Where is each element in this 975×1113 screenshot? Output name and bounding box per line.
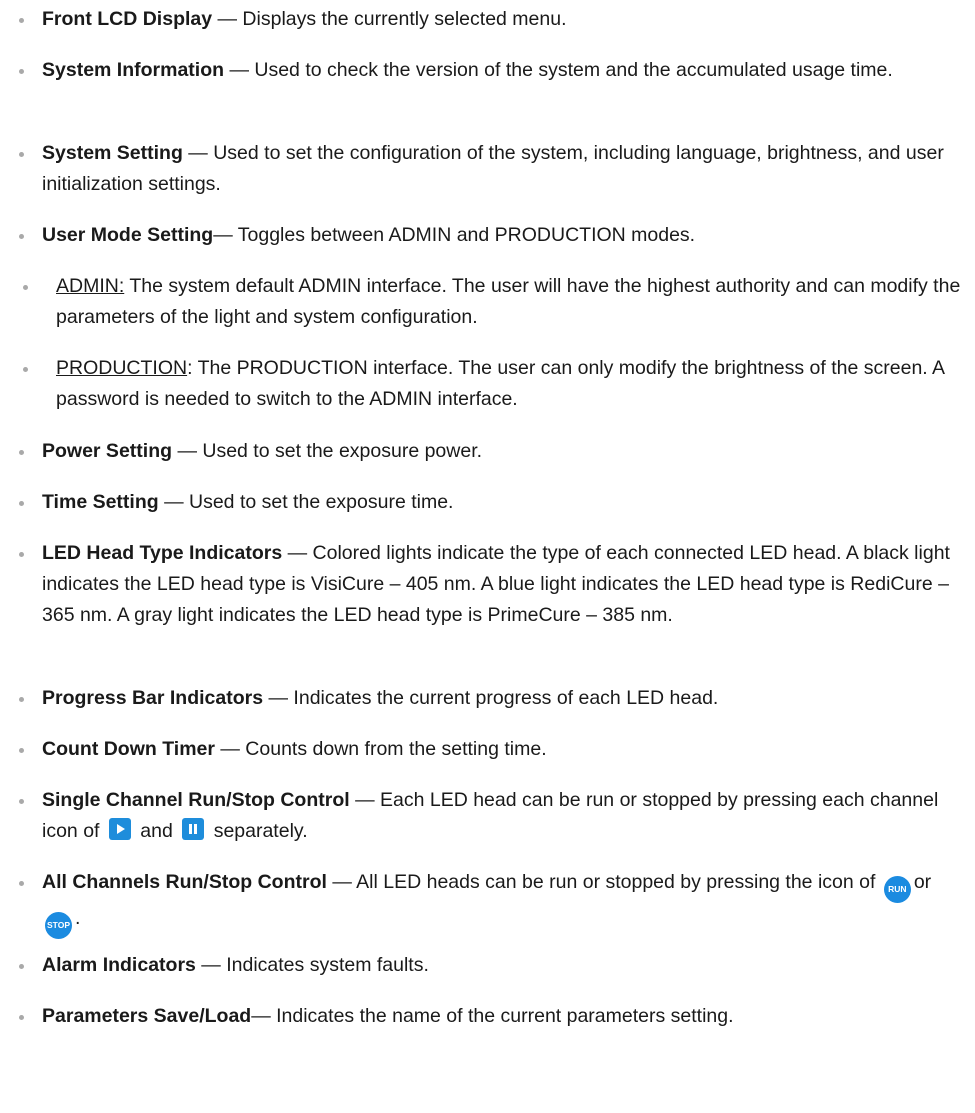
bullet xyxy=(19,697,24,702)
bullet xyxy=(19,450,24,455)
item-term: System Information xyxy=(42,59,225,81)
run-all-icon: RUN xyxy=(883,876,911,903)
item-text: Progress Bar Indicators — Indicates the … xyxy=(42,683,967,714)
bullet xyxy=(19,69,24,74)
item-description: — Displays the currently selected menu. xyxy=(212,8,567,30)
bullet xyxy=(19,152,24,157)
bullet xyxy=(23,367,28,372)
item-text: Time Setting — Used to set the exposure … xyxy=(42,487,967,518)
item-description: — Counts down from the setting time. xyxy=(214,738,547,760)
item-term: Time Setting xyxy=(42,491,159,513)
item-term: All Channels Run/Stop Control xyxy=(42,871,327,893)
item-text: Front LCD Display — Displays the current… xyxy=(42,4,967,35)
bullet xyxy=(19,799,24,804)
bullet xyxy=(23,285,28,290)
bullet xyxy=(19,881,24,886)
bullet xyxy=(19,234,24,239)
item-term: Parameters Save/Load xyxy=(42,1005,252,1027)
item-description: — Indicates system faults. xyxy=(195,954,429,976)
item-description: separately. xyxy=(213,820,308,842)
bullet xyxy=(19,964,24,969)
item-text: System Information — Used to check the v… xyxy=(42,55,967,86)
item-description: — Used to set the exposure power. xyxy=(172,440,483,462)
item-description: The system default ADMIN interface. The … xyxy=(56,275,961,328)
item-description: — Used to set the exposure time. xyxy=(158,491,454,513)
stop-all-icon: STOP xyxy=(45,912,72,939)
item-text: Alarm Indicators — Indicates system faul… xyxy=(42,950,967,981)
item-term: Front LCD Display xyxy=(42,8,213,30)
item-description: — Indicates the name of the current para… xyxy=(251,1005,734,1027)
mode-label: PRODUCTION xyxy=(56,357,188,379)
item-term: Power Setting xyxy=(42,440,173,462)
item-description: — Toggles between ADMIN and PRODUCTION m… xyxy=(213,224,696,246)
item-text: ADMIN: The system default ADMIN interfac… xyxy=(56,271,968,333)
item-description: — All LED heads can be run or stopped by… xyxy=(326,871,876,893)
item-description: or xyxy=(913,871,932,893)
bullet xyxy=(19,552,24,557)
item-text: Parameters Save/Load— Indicates the name… xyxy=(42,1001,967,1032)
item-term: User Mode Setting xyxy=(42,224,214,246)
bullet xyxy=(19,1015,24,1020)
item-text: Count Down Timer — Counts down from the … xyxy=(42,734,967,765)
run-channel-icon xyxy=(108,818,131,840)
item-description: . xyxy=(75,907,81,929)
pause-channel-icon xyxy=(182,818,205,840)
item-term: Alarm Indicators xyxy=(42,954,196,976)
item-description: : The PRODUCTION interface. The user can… xyxy=(56,357,944,410)
item-description: — Used to check the version of the syste… xyxy=(224,59,893,81)
bullet xyxy=(19,748,24,753)
item-text: User Mode Setting— Toggles between ADMIN… xyxy=(42,220,967,251)
item-term: LED Head Type Indicators xyxy=(42,542,283,564)
item-term: Count Down Timer xyxy=(42,738,215,760)
bullet xyxy=(19,18,24,23)
item-term: System Setting xyxy=(42,142,183,164)
item-term: Progress Bar Indicators xyxy=(42,687,264,709)
item-text: LED Head Type Indicators — Colored light… xyxy=(42,538,967,631)
item-text: All Channels Run/Stop Control — All LED … xyxy=(42,867,967,939)
item-text: PRODUCTION: The PRODUCTION interface. Th… xyxy=(56,353,968,415)
item-text: Power Setting — Used to set the exposure… xyxy=(42,436,967,467)
item-text: Single Channel Run/Stop Control — Each L… xyxy=(42,785,967,847)
item-text: System Setting — Used to set the configu… xyxy=(42,138,967,200)
bullet xyxy=(19,501,24,506)
item-term: Single Channel Run/Stop Control xyxy=(42,789,350,811)
item-description: — Indicates the current progress of each… xyxy=(263,687,719,709)
item-description: and xyxy=(140,820,173,842)
mode-label: ADMIN: xyxy=(56,275,125,297)
